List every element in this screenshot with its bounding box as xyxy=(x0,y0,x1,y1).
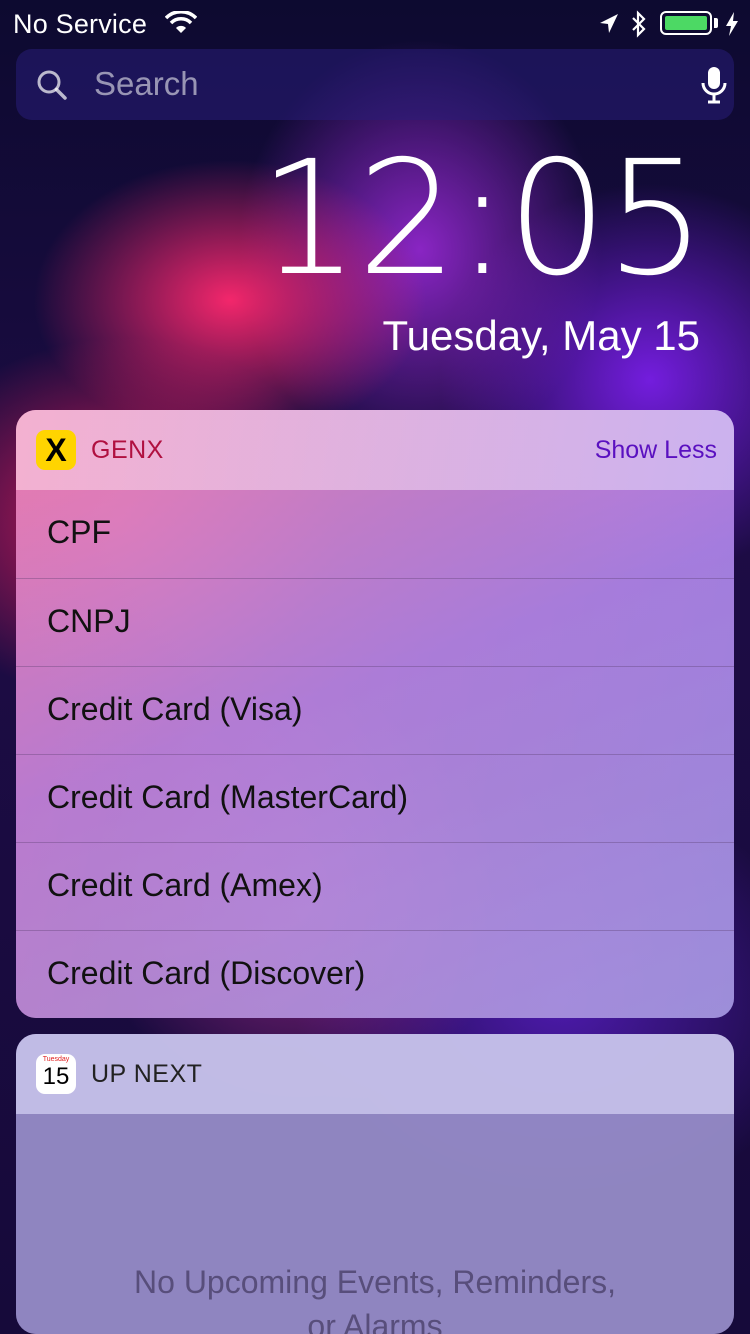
charging-bolt-icon xyxy=(726,12,738,36)
battery-icon xyxy=(660,11,712,35)
genx-app-icon-letter: X xyxy=(45,432,67,468)
show-less-button[interactable]: Show Less xyxy=(595,436,717,465)
list-item-credit-card-discover[interactable]: Credit Card (Discover) xyxy=(16,930,734,1018)
carrier-label: No Service xyxy=(13,9,148,39)
empty-state-line-2: or Alarms xyxy=(307,1308,443,1334)
list-item-label: Credit Card (Visa) xyxy=(47,691,303,727)
wifi-icon xyxy=(165,11,197,33)
calendar-icon-weekday: Tuesday xyxy=(42,1056,70,1063)
genx-app-name: GENX xyxy=(91,436,164,464)
up-next-widget-header: Tuesday 15 UP NEXT xyxy=(16,1034,734,1114)
empty-state-message: No Upcoming Events, Reminders, or Alarms xyxy=(76,1260,674,1334)
list-item-label: CPF xyxy=(47,514,111,550)
lock-screen-date: Tuesday, May 15 xyxy=(382,312,700,359)
genx-app-icon: X xyxy=(36,430,76,470)
list-item-label: Credit Card (Discover) xyxy=(47,955,366,991)
list-item-label: Credit Card (MasterCard) xyxy=(47,779,408,815)
list-item-credit-card-visa[interactable]: Credit Card (Visa) xyxy=(16,666,734,755)
battery-cap xyxy=(714,18,718,28)
genx-widget-header: X GENX Show Less xyxy=(16,410,734,490)
list-item-credit-card-amex[interactable]: Credit Card (Amex) xyxy=(16,842,734,931)
location-arrow-icon xyxy=(600,14,618,33)
calendar-icon-day: 15 xyxy=(42,1063,70,1090)
battery-fill xyxy=(665,16,707,30)
bluetooth-icon xyxy=(632,10,646,38)
empty-state-line-1: No Upcoming Events, Reminders, xyxy=(134,1264,616,1300)
list-item-label: Credit Card (Amex) xyxy=(47,867,323,903)
list-item-cpf[interactable]: CPF xyxy=(16,490,734,578)
genx-widget: X GENX Show Less CPF CNPJ Credit Card (V… xyxy=(16,410,734,1018)
up-next-app-name: UP NEXT xyxy=(91,1060,203,1088)
calendar-icon: Tuesday 15 xyxy=(36,1054,76,1094)
search-field[interactable]: Search xyxy=(16,49,734,120)
genx-item-list: CPF CNPJ Credit Card (Visa) Credit Card … xyxy=(16,490,734,1018)
list-item-label: CNPJ xyxy=(47,603,131,639)
list-item-credit-card-mastercard[interactable]: Credit Card (MasterCard) xyxy=(16,754,734,843)
search-icon xyxy=(37,70,67,100)
up-next-widget: Tuesday 15 UP NEXT No Upcoming Events, R… xyxy=(16,1034,734,1334)
microphone-icon[interactable] xyxy=(700,65,728,105)
up-next-body[interactable]: No Upcoming Events, Reminders, or Alarms xyxy=(16,1114,734,1334)
status-bar: No Service xyxy=(0,0,750,48)
lock-screen-time: 12:05 xyxy=(258,127,706,311)
list-item-cnpj[interactable]: CNPJ xyxy=(16,578,734,667)
search-placeholder[interactable]: Search xyxy=(94,65,199,103)
